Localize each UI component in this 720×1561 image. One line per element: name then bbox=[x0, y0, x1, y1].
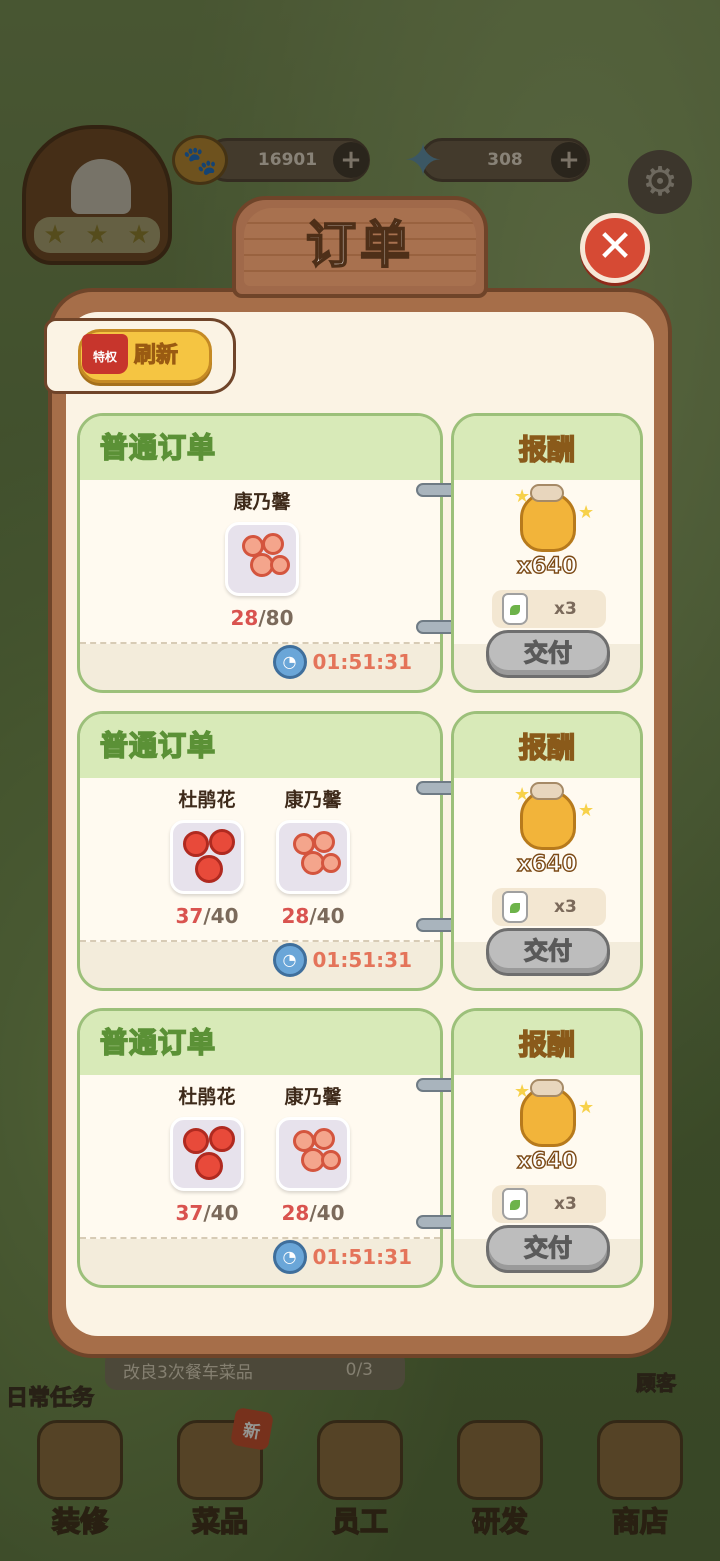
order-type-label: 普通订单 bbox=[99, 1025, 217, 1060]
deliver-button[interactable]: 交付 bbox=[486, 630, 610, 678]
carnation-icon bbox=[276, 1117, 350, 1191]
item-progress: 37/40 bbox=[175, 904, 239, 928]
sparkle-icon: ★ bbox=[578, 800, 595, 821]
item-name: 康乃馨 bbox=[284, 1086, 342, 1108]
carnation-icon bbox=[276, 820, 350, 894]
item-name: 杜鹃花 bbox=[178, 789, 236, 811]
extra-reward: x3 bbox=[492, 888, 606, 926]
reward-title: 报酬 bbox=[518, 1027, 576, 1062]
order-item[interactable]: 康乃馨 28/40 bbox=[263, 786, 363, 936]
order-item[interactable]: 杜鹃花 37/40 bbox=[157, 1083, 257, 1233]
azalea-icon bbox=[170, 820, 244, 894]
clock-icon: ◔ bbox=[272, 1240, 307, 1274]
item-progress: 28/80 bbox=[230, 606, 294, 630]
reward-quantity: x640 bbox=[516, 553, 578, 579]
item-progress: 28/40 bbox=[281, 904, 345, 928]
clock-icon: ◔ bbox=[272, 645, 307, 679]
order-card: 普通订单 杜鹃花 37/40 康乃馨 28/40 ◔ 01:51:31 报酬 ★… bbox=[77, 1008, 643, 1288]
extra-reward-quantity: x3 bbox=[554, 1194, 577, 1214]
clock-icon: ◔ bbox=[272, 943, 307, 977]
reward-title: 报酬 bbox=[518, 730, 576, 765]
extra-reward-quantity: x3 bbox=[554, 599, 577, 619]
extra-reward: x3 bbox=[492, 1185, 606, 1223]
reward-title: 报酬 bbox=[518, 432, 576, 467]
order-card: 普通订单 康乃馨 28/80 ◔ 01:51:31 报酬 ★ ★ x640 x3… bbox=[77, 413, 643, 693]
deliver-button[interactable]: 交付 bbox=[486, 1225, 610, 1273]
modal-title: 订单 bbox=[305, 215, 414, 275]
reward-quantity: x640 bbox=[516, 1148, 578, 1174]
order-requirements: 普通订单 康乃馨 28/80 ◔ 01:51:31 bbox=[77, 413, 443, 693]
order-item[interactable]: 康乃馨 28/80 bbox=[212, 488, 312, 638]
sparkle-icon: ★ bbox=[514, 784, 531, 805]
sparkle-icon: ★ bbox=[578, 502, 595, 523]
item-progress: 37/40 bbox=[175, 1201, 239, 1225]
order-reward: 报酬 ★ ★ x640 x3 交付 bbox=[451, 413, 643, 693]
reward-quantity: x640 bbox=[516, 851, 578, 877]
timer-text: 01:51:31 bbox=[312, 948, 413, 972]
extra-reward-quantity: x3 bbox=[554, 897, 577, 917]
sparkle-icon: ★ bbox=[578, 1097, 595, 1118]
timer-text: 01:51:31 bbox=[312, 1245, 413, 1269]
order-reward: 报酬 ★ ★ x640 x3 交付 bbox=[451, 1008, 643, 1288]
seed-jar-icon bbox=[502, 1188, 528, 1220]
order-timer: ◔ 01:51:31 bbox=[272, 644, 413, 680]
order-card: 普通订单 杜鹃花 37/40 康乃馨 28/40 ◔ 01:51:31 报酬 ★… bbox=[77, 711, 643, 991]
seed-jar-icon bbox=[502, 593, 528, 625]
carnation-icon bbox=[225, 522, 299, 596]
seed-jar-icon bbox=[502, 891, 528, 923]
order-requirements: 普通订单 杜鹃花 37/40 康乃馨 28/40 ◔ 01:51:31 bbox=[77, 711, 443, 991]
sparkle-icon: ★ bbox=[514, 1081, 531, 1102]
item-name: 康乃馨 bbox=[284, 789, 342, 811]
extra-reward: x3 bbox=[492, 590, 606, 628]
timer-text: 01:51:31 bbox=[312, 650, 413, 674]
order-timer: ◔ 01:51:31 bbox=[272, 942, 413, 978]
item-name: 杜鹃花 bbox=[178, 1086, 236, 1108]
sparkle-icon: ★ bbox=[514, 486, 531, 507]
refresh-label: 刷新 bbox=[134, 343, 179, 369]
privilege-crown-icon: 特权 bbox=[82, 334, 128, 374]
close-button[interactable]: ✕ bbox=[580, 213, 650, 283]
order-reward: 报酬 ★ ★ x640 x3 交付 bbox=[451, 711, 643, 991]
order-item[interactable]: 康乃馨 28/40 bbox=[263, 1083, 363, 1233]
order-requirements: 普通订单 杜鹃花 37/40 康乃馨 28/40 ◔ 01:51:31 bbox=[77, 1008, 443, 1288]
azalea-icon bbox=[170, 1117, 244, 1191]
item-name: 康乃馨 bbox=[233, 491, 291, 513]
deliver-button[interactable]: 交付 bbox=[486, 928, 610, 976]
order-type-label: 普通订单 bbox=[99, 430, 217, 465]
order-type-label: 普通订单 bbox=[99, 728, 217, 763]
order-item[interactable]: 杜鹃花 37/40 bbox=[157, 786, 257, 936]
order-timer: ◔ 01:51:31 bbox=[272, 1239, 413, 1275]
item-progress: 28/40 bbox=[281, 1201, 345, 1225]
